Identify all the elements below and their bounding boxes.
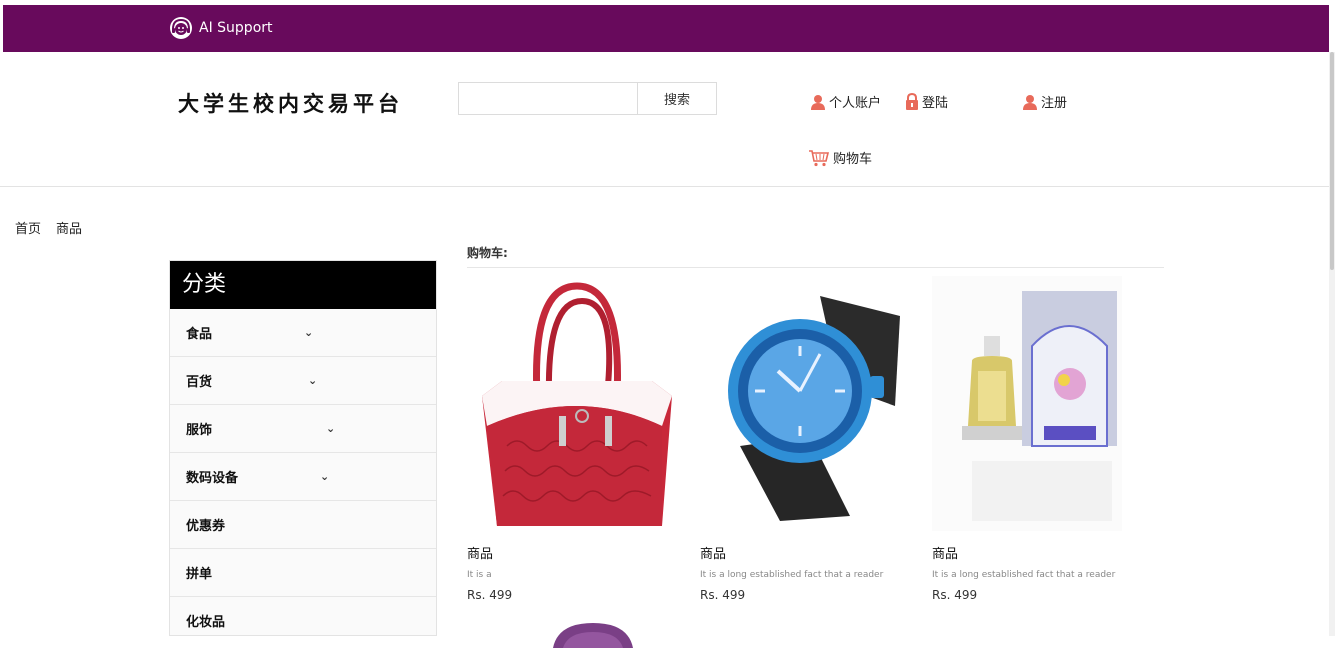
top-bar: AI Support (0, 0, 1335, 52)
product-description: It is a long established fact that a rea… (700, 570, 884, 580)
product-image[interactable] (932, 276, 1152, 531)
product-description: It is a long established fact that a rea… (932, 570, 1116, 580)
headset-icon (170, 17, 192, 39)
cart-label: 购物车 (833, 152, 873, 167)
search-button[interactable]: 搜索 (637, 82, 717, 115)
search-input[interactable] (458, 82, 638, 115)
sidebar-item-group-buy[interactable]: 拼单 (170, 549, 436, 597)
header: 大学生校内交易平台 搜索 个人账户 登陆 注册 购物车 (0, 52, 1335, 187)
category-sidebar: 分类 食品 ⌄ 百货 ⌄ 服饰 ⌄ 数码设备 ⌄ 优惠券 拼单 化妆品 (169, 260, 437, 636)
top-bar-inner: AI Support (3, 5, 1329, 52)
product-price: Rs. 499 (932, 588, 978, 602)
ai-support-link[interactable]: AI Support (169, 16, 273, 40)
site-title: 大学生校内交易平台 (178, 91, 403, 116)
login-label: 登陆 (922, 96, 949, 111)
sidebar-item-label: 食品 (186, 327, 213, 342)
chevron-down-icon: ⌄ (320, 470, 330, 483)
sidebar-item-label: 拼单 (186, 567, 213, 582)
breadcrumb: 首页 商品 (15, 218, 82, 237)
product-price: Rs. 499 (700, 588, 746, 602)
chevron-down-icon: ⌄ (308, 374, 318, 387)
product-image[interactable] (700, 276, 920, 531)
handbag-image (482, 282, 672, 526)
register-link[interactable]: 注册 (1022, 92, 1067, 111)
sidebar-item-label: 百货 (186, 375, 213, 390)
account-link[interactable]: 个人账户 (810, 92, 881, 111)
perfume-image (932, 276, 1122, 531)
lock-icon (906, 93, 918, 110)
product-name[interactable]: 商品 (467, 543, 687, 562)
register-label: 注册 (1041, 96, 1068, 111)
sidebar-item-coupons[interactable]: 优惠券 (170, 501, 436, 549)
sidebar-item-food[interactable]: 食品 ⌄ (170, 309, 436, 357)
sidebar-item-label: 数码设备 (186, 471, 239, 486)
login-link[interactable]: 登陆 (905, 92, 948, 111)
product-description: It is a (467, 570, 492, 580)
sidebar-item-digital[interactable]: 数码设备 ⌄ (170, 453, 436, 501)
sidebar-item-label: 服饰 (186, 423, 213, 438)
user-icon (1023, 94, 1037, 110)
product-card[interactable]: 商品 It is a long established fact that a … (700, 276, 920, 602)
handbag-image (553, 623, 633, 648)
sidebar-item-label: 化妆品 (186, 615, 226, 630)
product-name[interactable]: 商品 (932, 543, 1152, 562)
cart-link[interactable]: 购物车 (808, 148, 872, 167)
product-image[interactable] (467, 276, 687, 531)
sidebar-item-clothing[interactable]: 服饰 ⌄ (170, 405, 436, 453)
account-label: 个人账户 (829, 96, 882, 111)
product-card[interactable]: 商品 It is a long established fact that a … (932, 276, 1152, 602)
sidebar-item-label: 优惠券 (186, 519, 226, 534)
user-icon (811, 94, 825, 110)
sidebar-item-general-goods[interactable]: 百货 ⌄ (170, 357, 436, 405)
ai-support-label: AI Support (199, 20, 273, 36)
product-image-partial[interactable] (548, 618, 638, 648)
scrollbar-thumb[interactable] (1330, 52, 1334, 270)
sidebar-item-cosmetics[interactable]: 化妆品 (170, 597, 436, 635)
chevron-down-icon: ⌄ (326, 422, 336, 435)
product-card[interactable]: 商品 It is a Rs. 499 (467, 276, 687, 602)
product-price: Rs. 499 (467, 588, 513, 602)
shopping-cart-icon (809, 149, 830, 166)
breadcrumb-current: 商品 (56, 222, 83, 237)
product-name[interactable]: 商品 (700, 543, 920, 562)
sidebar-title: 分类 (170, 261, 436, 309)
chevron-down-icon: ⌄ (304, 326, 314, 339)
breadcrumb-home[interactable]: 首页 (15, 218, 41, 237)
cart-section-heading: 购物车: (467, 244, 1164, 268)
watch-image (728, 296, 900, 521)
